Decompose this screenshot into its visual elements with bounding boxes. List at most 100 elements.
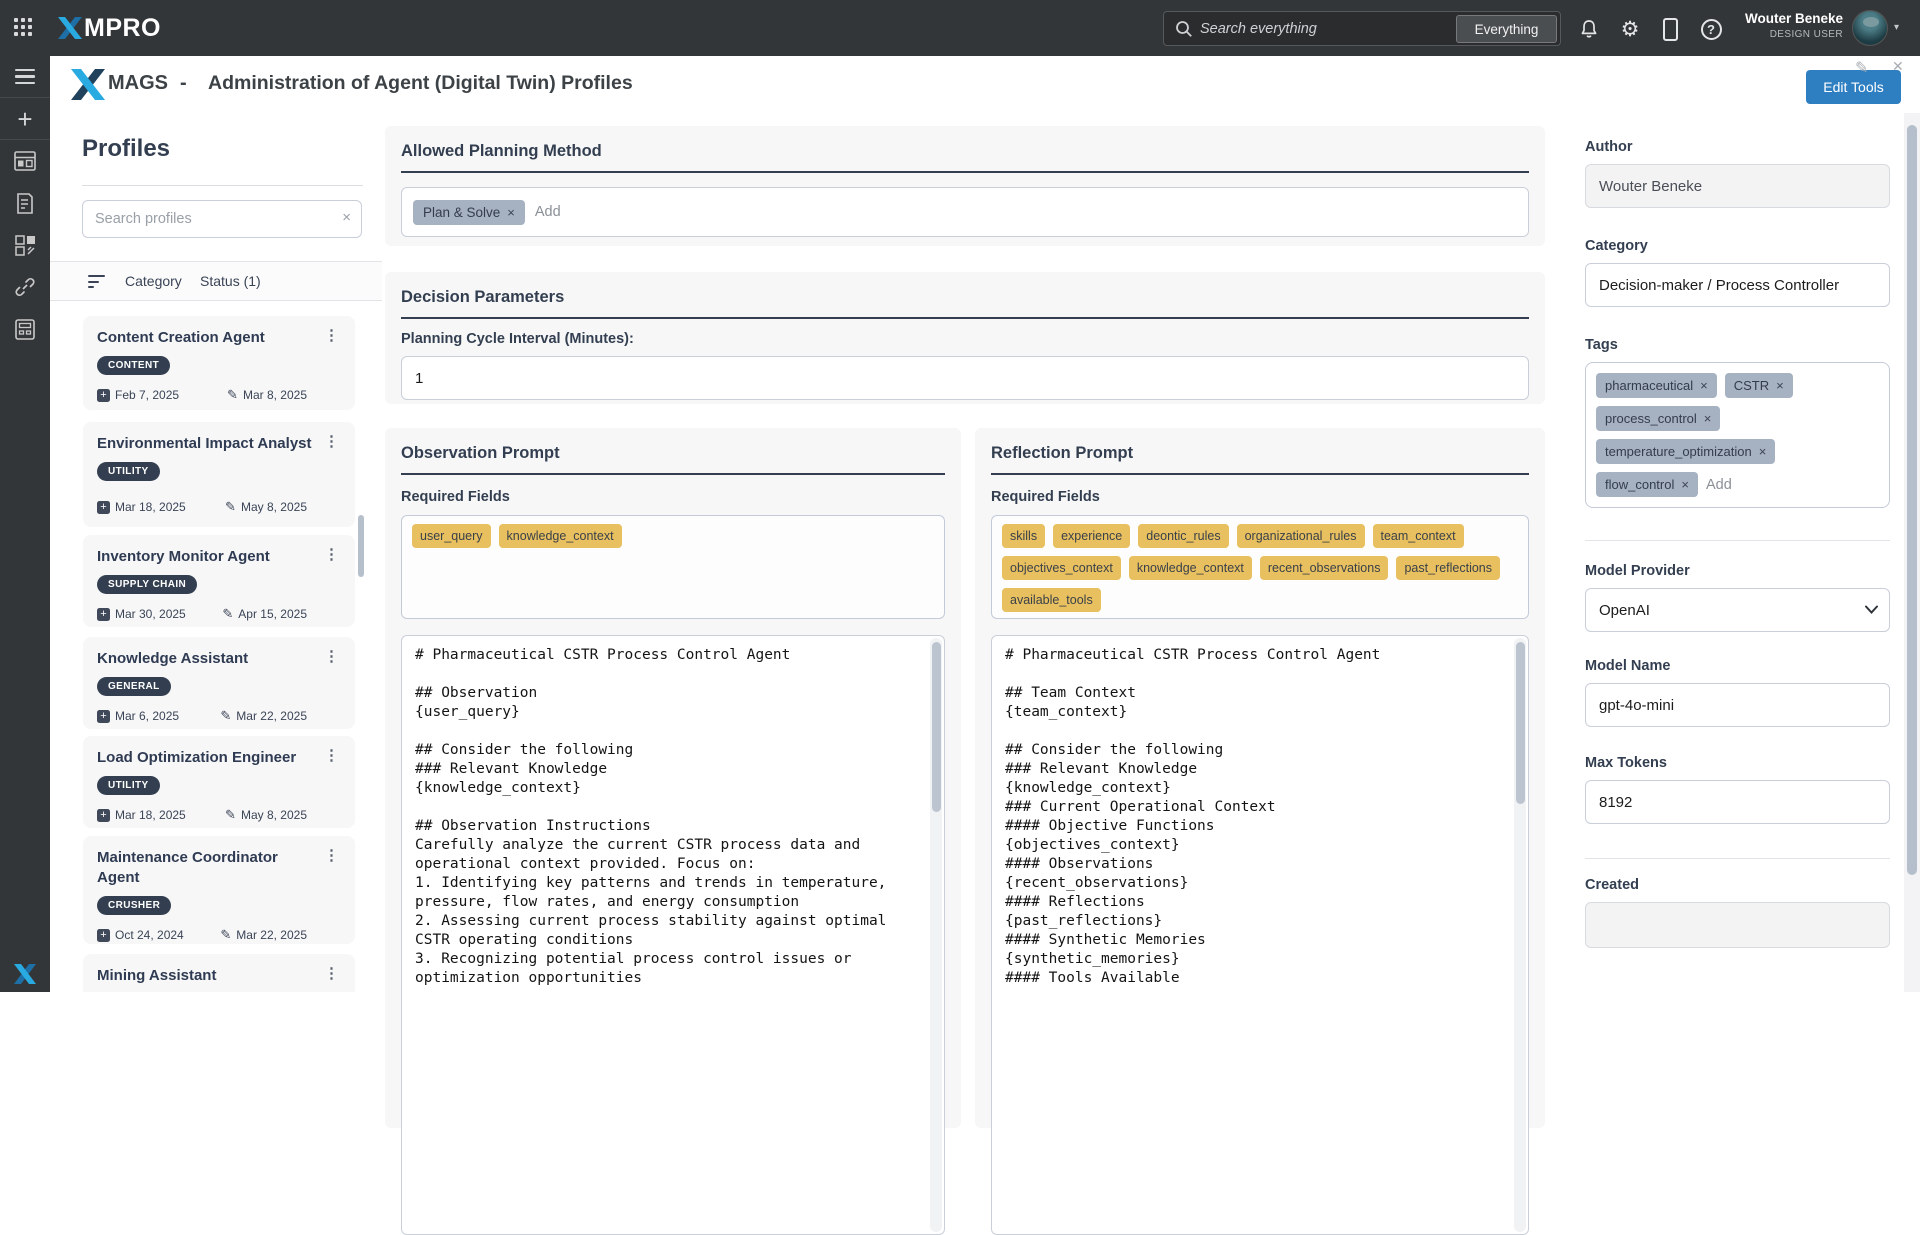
field-chip[interactable]: organizational_rules bbox=[1237, 524, 1365, 548]
settings-gear-icon[interactable]: ⚙ bbox=[1617, 16, 1643, 42]
field-chip[interactable]: deontic_rules bbox=[1138, 524, 1228, 548]
modified-date-icon: ✎ bbox=[220, 927, 231, 943]
close-icon[interactable]: ✕ bbox=[1892, 58, 1904, 75]
category-field[interactable] bbox=[1585, 263, 1890, 307]
field-chip[interactable]: user_query bbox=[412, 524, 491, 548]
profile-category-badge: UTILITY bbox=[97, 462, 160, 481]
profile-card[interactable]: Maintenance Coordinator Agent ⋮ CRUSHER … bbox=[83, 836, 355, 944]
search-input[interactable] bbox=[1200, 13, 1450, 44]
tag-label: CSTR bbox=[1734, 378, 1769, 393]
field-chip[interactable]: team_context bbox=[1373, 524, 1464, 548]
tags-input[interactable]: pharmaceutical× CSTR× process_control× t… bbox=[1585, 362, 1890, 508]
avatar[interactable] bbox=[1852, 10, 1888, 46]
profile-card[interactable]: Content Creation Agent ⋮ CONTENT +Feb 7,… bbox=[83, 316, 355, 410]
blocks-grid-icon[interactable] bbox=[0, 224, 50, 266]
profile-category-badge: UTILITY bbox=[97, 776, 160, 795]
kebab-menu-icon[interactable]: ⋮ bbox=[322, 328, 341, 344]
search-icon bbox=[1175, 20, 1193, 38]
filter-icon[interactable] bbox=[88, 275, 105, 292]
kebab-menu-icon[interactable]: ⋮ bbox=[322, 649, 341, 665]
observation-prompt-text: # Pharmaceutical CSTR Process Control Ag… bbox=[415, 646, 921, 988]
search-scope-button[interactable]: Everything bbox=[1456, 15, 1557, 43]
remove-tag-icon[interactable]: × bbox=[1704, 412, 1712, 425]
max-tokens-field[interactable] bbox=[1585, 780, 1890, 824]
remove-tag-icon[interactable]: × bbox=[1681, 478, 1689, 491]
link-chain-icon[interactable] bbox=[0, 266, 50, 308]
edit-pencil-icon[interactable]: ✎ bbox=[1855, 58, 1868, 78]
add-placeholder: Add bbox=[535, 204, 561, 220]
profile-card[interactable]: Environmental Impact Analyst ⋮ UTILITY +… bbox=[83, 422, 355, 527]
filter-category[interactable]: Category bbox=[125, 273, 182, 289]
editor-scrollbar-thumb[interactable] bbox=[932, 642, 941, 812]
created-date-icon: + bbox=[97, 501, 110, 514]
mobile-device-icon[interactable] bbox=[1657, 16, 1683, 42]
add-new-icon[interactable]: + bbox=[0, 98, 50, 140]
required-fields-label: Required Fields bbox=[401, 489, 945, 505]
profile-name: Content Creation Agent bbox=[97, 328, 265, 348]
user-caret-down-icon[interactable]: ▾ bbox=[1894, 22, 1899, 33]
section-heading: Allowed Planning Method bbox=[401, 142, 1529, 161]
profile-name: Inventory Monitor Agent bbox=[97, 547, 270, 567]
kebab-menu-icon[interactable]: ⋮ bbox=[322, 547, 341, 563]
field-chip[interactable]: objectives_context bbox=[1002, 556, 1121, 580]
profiles-list-scrollbar[interactable] bbox=[358, 515, 364, 577]
page-scrollbar-thumb[interactable] bbox=[1907, 125, 1917, 875]
profile-card[interactable]: Inventory Monitor Agent ⋮ SUPPLY CHAIN +… bbox=[83, 535, 355, 627]
kebab-menu-icon[interactable]: ⋮ bbox=[322, 966, 341, 982]
observation-required-fields[interactable]: user_query knowledge_context bbox=[401, 515, 945, 619]
field-chip[interactable]: experience bbox=[1053, 524, 1130, 548]
page-scrollbar[interactable] bbox=[1904, 113, 1920, 992]
modified-date: Mar 22, 2025 bbox=[236, 928, 307, 942]
field-chip[interactable]: available_tools bbox=[1002, 588, 1101, 612]
remove-tag-icon[interactable]: × bbox=[1759, 445, 1767, 458]
field-chip[interactable]: recent_observations bbox=[1260, 556, 1389, 580]
notifications-bell-icon[interactable] bbox=[1576, 16, 1602, 42]
observation-prompt-editor[interactable]: # Pharmaceutical CSTR Process Control Ag… bbox=[401, 635, 945, 1235]
filter-status[interactable]: Status (1) bbox=[200, 273, 261, 289]
clear-search-icon[interactable]: × bbox=[342, 209, 351, 226]
allowed-planning-method-section: Allowed Planning Method Plan & Solve × A… bbox=[385, 126, 1545, 246]
created-date: Oct 24, 2024 bbox=[115, 928, 184, 942]
tag-chip: pharmaceutical× bbox=[1596, 373, 1717, 398]
xmpro-logo[interactable]: MPRO bbox=[58, 0, 161, 56]
kebab-menu-icon[interactable]: ⋮ bbox=[322, 848, 341, 864]
profile-name: Knowledge Assistant bbox=[97, 649, 248, 669]
question-mark: ? bbox=[1707, 22, 1715, 37]
tag-chip: CSTR × bbox=[1725, 373, 1793, 398]
model-name-field[interactable] bbox=[1585, 683, 1890, 727]
remove-chip-icon[interactable]: × bbox=[507, 206, 515, 219]
editor-scrollbar-thumb[interactable] bbox=[1516, 642, 1525, 804]
user-menu[interactable]: Wouter Beneke DESIGN USER bbox=[1730, 10, 1843, 41]
planning-cycle-interval-input[interactable] bbox=[401, 356, 1529, 400]
user-role: DESIGN USER bbox=[1730, 28, 1843, 41]
menu-hamburger-icon[interactable] bbox=[0, 56, 50, 98]
profile-card[interactable]: Mining Assistant ⋮ bbox=[83, 954, 355, 992]
kebab-menu-icon[interactable]: ⋮ bbox=[322, 748, 341, 764]
field-chip[interactable]: knowledge_context bbox=[1129, 556, 1252, 580]
remove-tag-icon[interactable]: × bbox=[1776, 379, 1784, 392]
remove-tag-icon[interactable]: × bbox=[1700, 379, 1708, 392]
reflection-required-fields[interactable]: skills experience deontic_rules organiza… bbox=[991, 515, 1529, 619]
profile-card[interactable]: Knowledge Assistant ⋮ GENERAL +Mar 6, 20… bbox=[83, 637, 355, 729]
modified-date-icon: ✎ bbox=[222, 606, 233, 622]
reflection-prompt-editor[interactable]: # Pharmaceutical CSTR Process Control Ag… bbox=[991, 635, 1529, 1235]
profiles-search-input[interactable] bbox=[95, 202, 325, 236]
dashboard-window-icon[interactable] bbox=[0, 140, 50, 182]
help-icon[interactable]: ? bbox=[1698, 16, 1724, 42]
profile-dates: +Mar 18, 2025 ✎May 8, 2025 bbox=[97, 795, 341, 823]
field-chip[interactable]: past_reflections bbox=[1396, 556, 1500, 580]
calculator-icon[interactable] bbox=[0, 308, 50, 350]
model-provider-select[interactable]: OpenAI bbox=[1585, 588, 1890, 632]
kebab-menu-icon[interactable]: ⋮ bbox=[322, 434, 341, 450]
profile-dates: +Mar 6, 2025 ✎Mar 22, 2025 bbox=[97, 696, 341, 724]
forms-document-icon[interactable] bbox=[0, 182, 50, 224]
edit-tools-button[interactable]: Edit Tools bbox=[1806, 70, 1901, 104]
model-name-label: Model Name bbox=[1585, 658, 1890, 674]
xmpro-footer-x-icon[interactable] bbox=[14, 964, 36, 984]
profile-card[interactable]: Load Optimization Engineer ⋮ UTILITY +Ma… bbox=[83, 736, 355, 828]
planning-method-input[interactable]: Plan & Solve × Add bbox=[401, 187, 1529, 237]
field-chip[interactable]: skills bbox=[1002, 524, 1045, 548]
field-chip[interactable]: knowledge_context bbox=[499, 524, 622, 548]
apps-grid-icon[interactable] bbox=[14, 18, 36, 38]
tag-chip: process_control× bbox=[1596, 406, 1720, 431]
